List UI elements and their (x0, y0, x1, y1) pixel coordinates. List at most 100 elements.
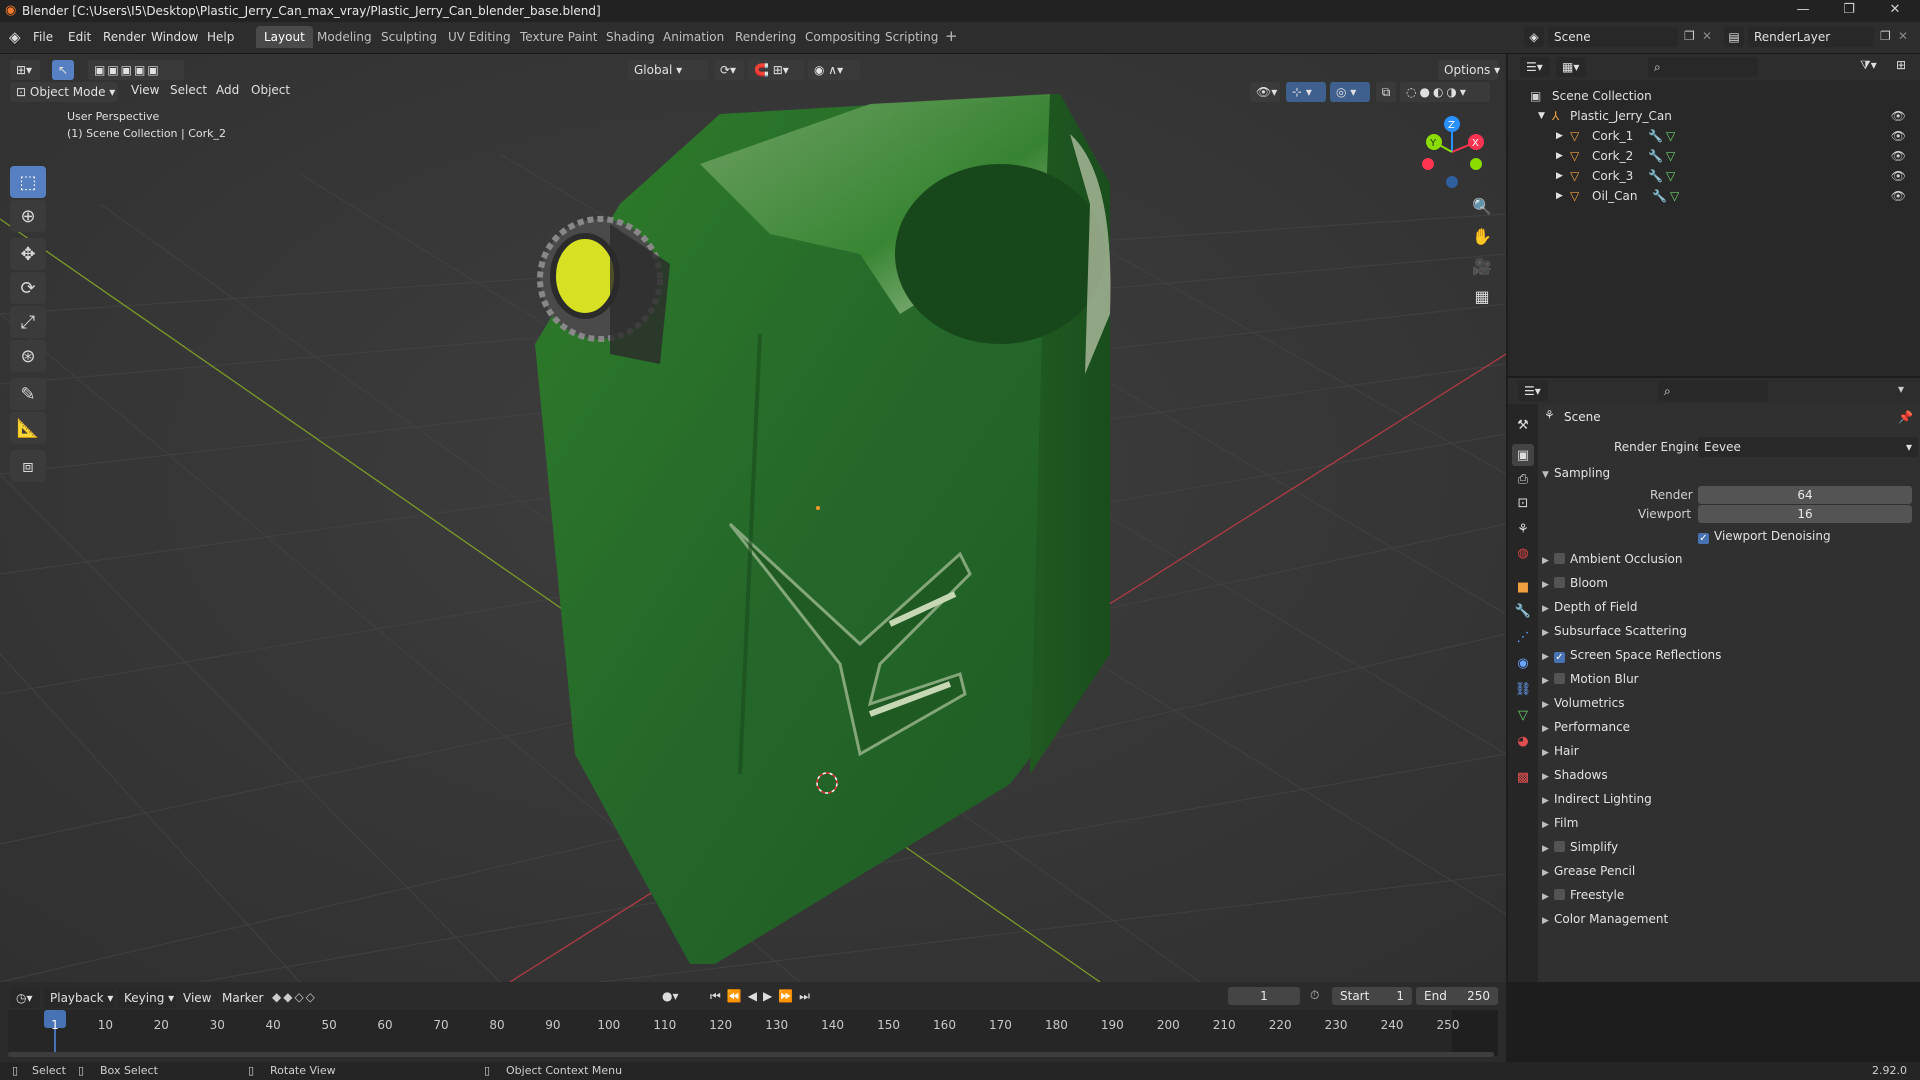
modifier-wrench-icon[interactable]: 🔧 (1648, 166, 1663, 186)
timeline-menu-marker[interactable]: Marker (222, 991, 263, 1005)
section-hair[interactable]: ▶ Hair (1542, 740, 1579, 762)
texture-properties-icon[interactable]: ▩ (1512, 766, 1534, 788)
properties-editor-icon[interactable]: ☰▾ (1518, 381, 1548, 401)
outliner-editor-icon[interactable]: ☰▾ (1520, 57, 1550, 77)
filter-icon[interactable]: ⧩▾ (1860, 58, 1877, 73)
section-indirect-lighting[interactable]: ▶ Indirect Lighting (1542, 788, 1652, 810)
mesh-data-icon[interactable]: ▽ (1666, 146, 1675, 166)
section-grease-pencil[interactable]: ▶ Grease Pencil (1542, 860, 1635, 882)
world-properties-icon[interactable]: ◍ (1512, 542, 1534, 564)
proportional-edit-icon[interactable]: ◉ ∧▾ (808, 60, 860, 80)
blender-menu-icon[interactable]: ◈ (9, 28, 21, 46)
tool-select-box[interactable]: ⬚ (10, 166, 46, 198)
tab-compositing[interactable]: Compositing (797, 26, 888, 48)
pin-icon[interactable]: 📌 (1898, 410, 1913, 424)
tab-animation[interactable]: Animation (655, 26, 732, 48)
section-motion-blur[interactable]: ▶ Motion Blur (1542, 668, 1639, 690)
tab-sculpting[interactable]: Sculpting (373, 26, 445, 48)
data-properties-icon[interactable]: ▽ (1512, 704, 1534, 726)
select-mode-buttons[interactable]: ▣▣▣▣▣ (88, 60, 184, 80)
tab-texture-paint[interactable]: Texture Paint (512, 26, 605, 48)
menu-window[interactable]: Window (151, 30, 198, 44)
view-layer-properties-icon[interactable]: ⊡ (1512, 492, 1534, 514)
timeline-scrollbar[interactable] (8, 1052, 1494, 1057)
modifier-wrench-icon[interactable]: 🔧 (1648, 126, 1663, 146)
visibility-eye-icon[interactable]: 👁 (1891, 146, 1906, 166)
expand-arrow-icon[interactable]: ▶ (1556, 146, 1563, 166)
tool-add-cube[interactable]: ⧈ (10, 450, 46, 482)
scene-selector-icon[interactable]: ◈ (1524, 27, 1544, 47)
3d-viewport[interactable]: ⊞▾ ↖ ▣▣▣▣▣ Global ▾ ⟳▾ 🧲 ⊞▾ ◉ ∧▾ Options… (0, 54, 1506, 982)
restore-icon[interactable]: ❐ (1826, 0, 1872, 22)
properties-dropdown-icon[interactable]: ▾ (1898, 382, 1904, 396)
tool-scale[interactable]: ⤢ (10, 306, 46, 338)
checkbox-unchecked-icon[interactable] (1554, 673, 1565, 684)
render-engine-dropdown[interactable]: Eevee ▾ (1698, 437, 1918, 457)
camera-icon[interactable]: 🎥 (1468, 252, 1496, 280)
view-layer-icon[interactable]: ▤ (1724, 27, 1744, 47)
modifier-wrench-icon[interactable]: 🔧 (1648, 146, 1663, 166)
viewport-menu-add[interactable]: Add (216, 83, 239, 97)
tab-rendering[interactable]: Rendering (727, 26, 804, 48)
outliner-collection-row[interactable]: ▼ ⅄ Plastic_Jerry_Can 👁 (1508, 106, 1920, 126)
section-ambient-occlusion[interactable]: ▶ Ambient Occlusion (1542, 548, 1682, 570)
tool-move[interactable]: ✥ (10, 238, 46, 270)
checkbox-unchecked-icon[interactable] (1554, 889, 1565, 900)
outliner-item-oil-can[interactable]: ▶ ▽ Oil_Can 🔧 ▽ 👁 (1508, 186, 1920, 206)
viewport-menu-select[interactable]: Select (170, 83, 207, 97)
viewport-samples-field[interactable]: 16 (1698, 505, 1912, 523)
render-samples-field[interactable]: 64 (1698, 486, 1912, 504)
tool-annotate[interactable]: ✎ (10, 378, 46, 410)
object-mode-dropdown[interactable]: ⊡ Object Mode ▾ (10, 82, 118, 102)
shading-mode-buttons[interactable]: ◌●◐◑▾ (1400, 82, 1490, 102)
section-depth-of-field[interactable]: ▶ Depth of Field (1542, 596, 1637, 618)
timeline-menu-view[interactable]: View (183, 991, 211, 1005)
sampling-section-header[interactable]: ▼ Sampling (1542, 462, 1610, 484)
zoom-icon[interactable]: 🔍 (1468, 192, 1496, 220)
tab-layout[interactable]: Layout (256, 26, 313, 48)
new-scene-icon[interactable]: ❐ (1684, 29, 1695, 43)
menu-edit[interactable]: Edit (68, 30, 91, 44)
timeline-editor-icon[interactable]: ◷▾ (10, 988, 40, 1008)
tab-shading[interactable]: Shading (598, 26, 663, 48)
delete-view-layer-icon[interactable]: ✕ (1898, 29, 1908, 43)
visibility-eye-icon[interactable]: 👁 (1891, 106, 1906, 126)
checkbox-unchecked-icon[interactable] (1554, 553, 1565, 564)
new-view-layer-icon[interactable]: ❐ (1880, 29, 1891, 43)
navigation-gizmo[interactable]: Z X Y (1412, 112, 1492, 192)
add-workspace-icon[interactable]: + (945, 27, 958, 45)
end-frame-field[interactable]: End 250 (1416, 987, 1498, 1005)
tool-transform[interactable]: ⊛ (10, 340, 46, 372)
section-bloom[interactable]: ▶ Bloom (1542, 572, 1608, 594)
delete-scene-icon[interactable]: ✕ (1702, 29, 1712, 43)
timeline-track[interactable] (8, 1010, 1498, 1056)
new-collection-icon[interactable]: ⊞ (1896, 58, 1906, 72)
expand-arrow-icon[interactable]: ▶ (1556, 126, 1563, 146)
viewport-denoising-checkbox[interactable]: ✓ Viewport Denoising (1698, 525, 1831, 547)
object-properties-icon[interactable]: ■ (1512, 576, 1534, 598)
section-film[interactable]: ▶ Film (1542, 812, 1578, 834)
tool-measure[interactable]: 📐 (10, 412, 46, 444)
xray-icon[interactable]: ⧉ (1376, 82, 1396, 102)
editor-type-icon[interactable]: ⊞▾ (10, 60, 40, 80)
options-dropdown[interactable]: Options ▾ (1438, 60, 1500, 80)
keying-menu[interactable]: Keying ▾ (118, 988, 176, 1008)
tab-scripting[interactable]: Scripting (877, 26, 946, 48)
physics-properties-icon[interactable]: ◉ (1512, 652, 1534, 674)
visibility-icon[interactable]: 👁▾ (1250, 82, 1280, 102)
close-icon[interactable]: ✕ (1872, 0, 1918, 22)
tool-rotate[interactable]: ⟳ (10, 272, 46, 304)
scene-properties-icon[interactable]: ⚘ (1512, 518, 1534, 540)
menu-file[interactable]: File (33, 30, 53, 44)
outliner-item-cork-1[interactable]: ▶ ▽ Cork_1 🔧 ▽ 👁 (1508, 126, 1920, 146)
constraints-properties-icon[interactable]: ⛓ (1512, 678, 1534, 700)
snap-icon[interactable]: 🧲 ⊞▾ (748, 60, 804, 80)
section-shadows[interactable]: ▶ Shadows (1542, 764, 1608, 786)
playback-controls[interactable]: ⏮⏪◀▶⏩⏭ (710, 989, 816, 1004)
current-frame-field[interactable]: 1 (1228, 987, 1300, 1005)
grid-view-icon[interactable]: ▦ (1468, 282, 1496, 310)
viewport-menu-object[interactable]: Object (251, 83, 290, 97)
display-mode-icon[interactable]: ▦▾ (1556, 57, 1586, 77)
overlay-toggle-icon[interactable]: ◎ ▾ (1330, 82, 1370, 102)
mesh-data-icon[interactable]: ▽ (1666, 126, 1675, 146)
